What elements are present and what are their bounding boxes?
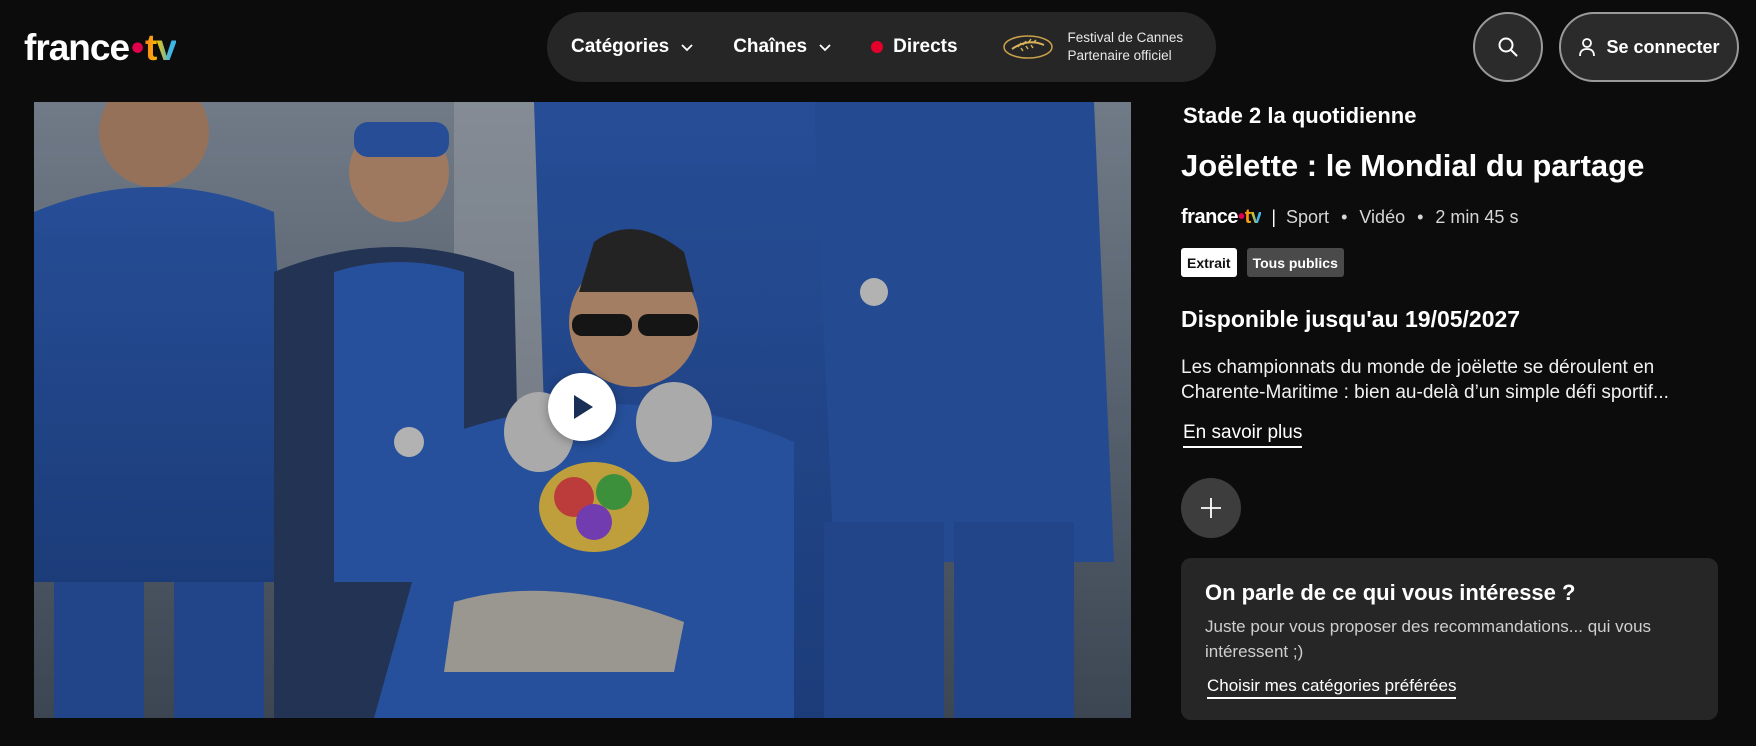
- video-category: Sport: [1286, 207, 1330, 227]
- nav-directs[interactable]: Directs: [871, 36, 958, 58]
- more-info-link[interactable]: En savoir plus: [1183, 422, 1303, 448]
- channel-logo-text: france: [1181, 206, 1239, 228]
- nav-categories-label: Catégories: [571, 36, 670, 57]
- logo-dot: •: [131, 27, 144, 68]
- channel-logo-dot: •: [1238, 206, 1245, 228]
- nav-directs-label: Directs: [893, 36, 958, 57]
- play-icon: [574, 395, 593, 419]
- choose-categories-link[interactable]: Choisir mes catégories préférées: [1207, 676, 1457, 699]
- add-to-list-button[interactable]: [1181, 478, 1241, 538]
- cannes-text: Festival de Cannes Partenaire officiel: [1068, 29, 1184, 65]
- availability-date: Disponible jusqu'au 19/05/2027: [1181, 306, 1521, 332]
- login-label: Se connecter: [1606, 36, 1720, 57]
- meta-bullet: •: [1417, 207, 1424, 227]
- video-description: Les championnats du monde de joëlette se…: [1181, 357, 1669, 403]
- user-icon: [1579, 38, 1596, 57]
- meta-separator: |: [1271, 207, 1277, 227]
- tags: Extrait Tous publics: [1181, 248, 1354, 277]
- channel-logo[interactable]: france•tv: [1181, 206, 1262, 229]
- logo-suffix: tv: [145, 27, 177, 68]
- chevron-down-icon: [819, 44, 831, 52]
- episode-title: Joëlette : le Mondial du partage: [1181, 148, 1645, 183]
- program-title[interactable]: Stade 2 la quotidienne: [1183, 103, 1416, 129]
- chevron-down-icon: [681, 44, 693, 52]
- login-button[interactable]: Se connecter: [1559, 12, 1739, 82]
- nav-chaines[interactable]: Chaînes: [733, 36, 833, 58]
- play-button[interactable]: [548, 373, 616, 441]
- francetv-logo[interactable]: france • tv: [24, 26, 177, 70]
- video-duration: 2 min 45 s: [1435, 207, 1519, 227]
- meta-bullet: •: [1341, 207, 1348, 227]
- tag-extrait: Extrait: [1181, 248, 1237, 277]
- tag-tous-publics: Tous publics: [1246, 248, 1344, 277]
- nav-chaines-label: Chaînes: [733, 36, 808, 57]
- plus-icon: [1201, 498, 1221, 518]
- cannes-line1: Festival de Cannes: [1067, 30, 1184, 45]
- search-icon: [1498, 37, 1518, 57]
- palme-icon: [1002, 35, 1053, 59]
- video-meta: france•tv | Sport • Vidéo • 2 min 45 s: [1181, 206, 1518, 229]
- reco-title: On parle de ce qui vous intéresse ?: [1205, 580, 1576, 605]
- video-type: Vidéo: [1359, 207, 1406, 227]
- cannes-line2: Partenaire officiel: [1067, 48, 1172, 63]
- cannes-partner[interactable]: Festival de Cannes Partenaire officiel: [1002, 29, 1184, 65]
- search-button[interactable]: [1473, 12, 1543, 82]
- video-player[interactable]: [34, 102, 1131, 718]
- main-nav: Catégories Chaînes Directs Festival de C…: [547, 12, 1216, 82]
- top-header: france • tv Catégories Chaînes Directs Fes…: [0, 0, 1756, 94]
- logo-text: france: [24, 27, 130, 68]
- recommendation-card: On parle de ce qui vous intéresse ? Just…: [1181, 558, 1718, 720]
- live-dot-icon: [871, 41, 884, 53]
- nav-categories[interactable]: Catégories: [571, 36, 695, 58]
- channel-logo-suffix: tv: [1244, 206, 1262, 228]
- reco-text: Juste pour vous proposer des recommandat…: [1205, 617, 1652, 661]
